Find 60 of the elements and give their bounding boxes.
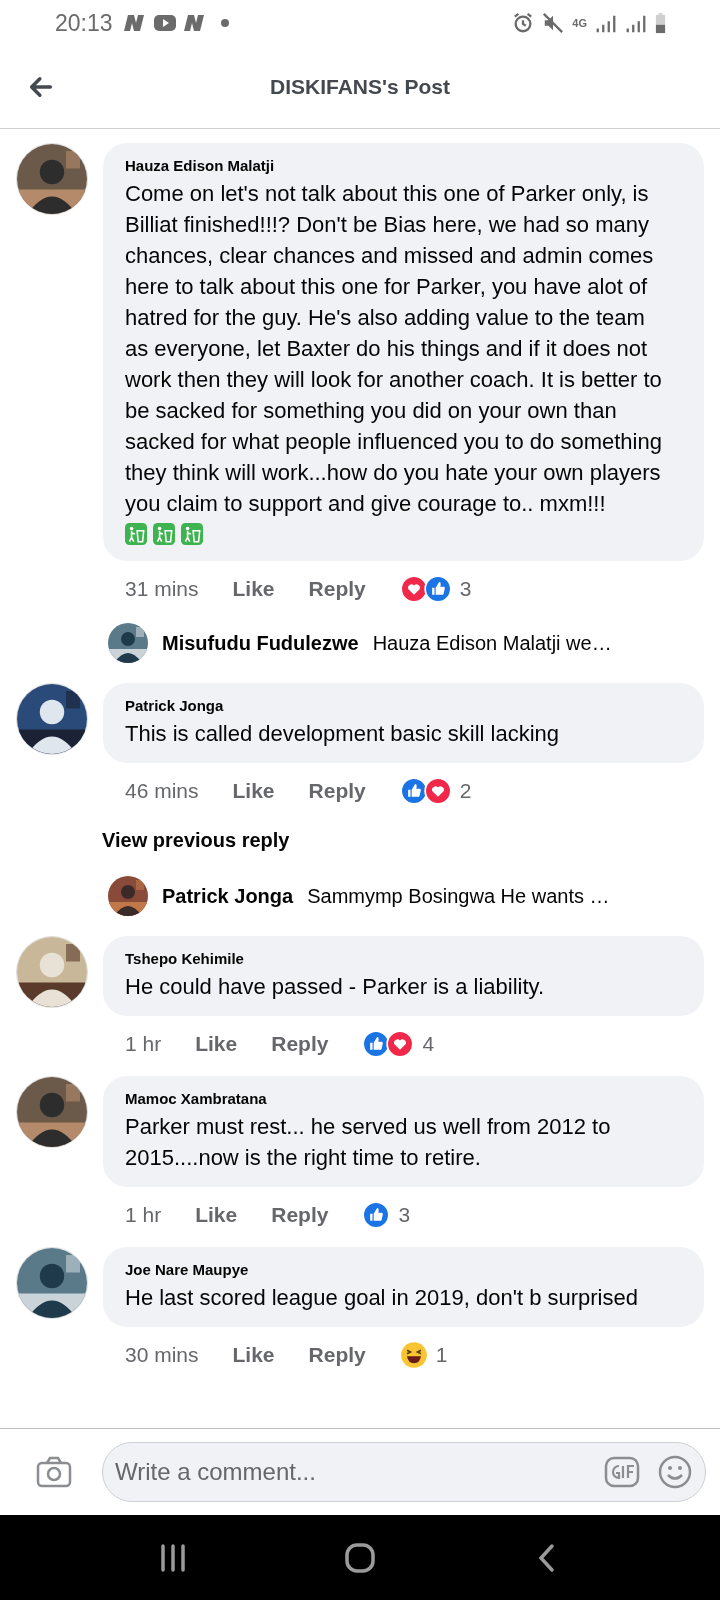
- thumbs-up-reaction-icon: [423, 575, 452, 603]
- comment-time: 1 hr: [125, 1203, 162, 1227]
- like-link[interactable]: Like: [195, 1032, 238, 1056]
- video-icon: [152, 13, 177, 33]
- comment-author[interactable]: Mamoc Xambratana: [125, 1090, 684, 1107]
- comment-time: 46 mins: [125, 779, 199, 803]
- comment-time: 1 hr: [125, 1032, 162, 1056]
- laughing-reaction-icon: [399, 1341, 428, 1369]
- reply-link[interactable]: Reply: [308, 577, 366, 601]
- thumbs-up-reaction-icon: [362, 1201, 391, 1229]
- reaction-count: 4: [422, 1032, 435, 1056]
- reaction-count: 1: [435, 1343, 448, 1367]
- thumbs-up-reaction-icon: [399, 777, 428, 805]
- reaction-count: 2: [459, 779, 472, 803]
- comment-text: Come on let's not talk about this one of Parker only, is Billiat finished!!!? Don't be Bias here, we had so many chances, clear chances and missed and admin comes here to talk about this one for Parker, you have alot of hatred for the guy. He's also adding value to the team as everyone, let Baxter do his things and if it does not work then they will look for another coach. It is better to be sacked for something you did on your own than sacked for what people influenced you to do something they think will work...how do you hate your own players you claim to support and give courage to.. mxm!!!: [125, 180, 663, 518]
- like-link[interactable]: Like: [195, 1203, 238, 1227]
- battery-icon: [655, 11, 666, 35]
- comment-field[interactable]: Write a comment...: [102, 1442, 706, 1502]
- mute-icon: [542, 12, 565, 34]
- comment-time: 31 mins: [125, 577, 199, 601]
- like-link[interactable]: Like: [232, 577, 275, 601]
- heart-reaction-icon: [386, 1030, 415, 1058]
- reaction-count: 3: [459, 577, 472, 601]
- like-link[interactable]: Like: [232, 1343, 275, 1367]
- post-title: DISKIFANS's Post: [269, 75, 451, 99]
- heart-reaction-icon: [399, 575, 428, 603]
- app-notification-icon: [182, 13, 207, 33]
- reply-author[interactable]: Misufudu Fudulezwe: [162, 631, 359, 655]
- home-icon[interactable]: [345, 1542, 375, 1573]
- reply-preview[interactable]: Sammymp Bosingwa He wants …: [307, 884, 610, 908]
- heart-reaction-icon: [423, 777, 452, 805]
- view-previous-reply-link[interactable]: View previous reply: [102, 829, 290, 851]
- network-type: 4G: [572, 17, 587, 29]
- comment-author[interactable]: Joe Nare Maupye: [125, 1261, 684, 1278]
- gif-icon[interactable]: [604, 1456, 640, 1488]
- app-notification-icon: [122, 13, 147, 33]
- emoji-icon[interactable]: [658, 1455, 692, 1489]
- reaction-count: 3: [398, 1203, 411, 1227]
- reply-preview[interactable]: Hauza Edison Malatji we…: [372, 631, 612, 655]
- comment-text: He could have passed - Parker is a liability.: [125, 973, 545, 1001]
- status-time: 20:13: [55, 9, 113, 37]
- reply-author[interactable]: Patrick Jonga: [162, 884, 294, 908]
- litter-bin-icon: [181, 523, 203, 545]
- comment-time: 30 mins: [125, 1343, 199, 1367]
- dot-icon: [220, 19, 229, 27]
- camera-icon[interactable]: [36, 1456, 72, 1488]
- litter-bin-icon: [153, 523, 175, 545]
- comment-text: Parker must rest... he served us well from 2012 to 2015....now is the right time to retire.: [125, 1113, 612, 1172]
- reply-link[interactable]: Reply: [271, 1203, 329, 1227]
- comment-author[interactable]: Tshepo Kehimile: [125, 950, 684, 967]
- like-link[interactable]: Like: [232, 779, 275, 803]
- litter-bin-icon: [125, 523, 147, 545]
- reply-link[interactable]: Reply: [271, 1032, 329, 1056]
- comment-author[interactable]: Hauza Edison Malatji: [125, 157, 684, 174]
- comment-author[interactable]: Patrick Jonga: [125, 697, 684, 714]
- comment-text: This is called development basic skill lacking: [125, 720, 561, 748]
- alarm-icon: [512, 12, 535, 34]
- reply-link[interactable]: Reply: [308, 779, 366, 803]
- reply-link[interactable]: Reply: [308, 1343, 366, 1367]
- comment-text: He last scored league goal in 2019, don't b surprised: [125, 1284, 639, 1312]
